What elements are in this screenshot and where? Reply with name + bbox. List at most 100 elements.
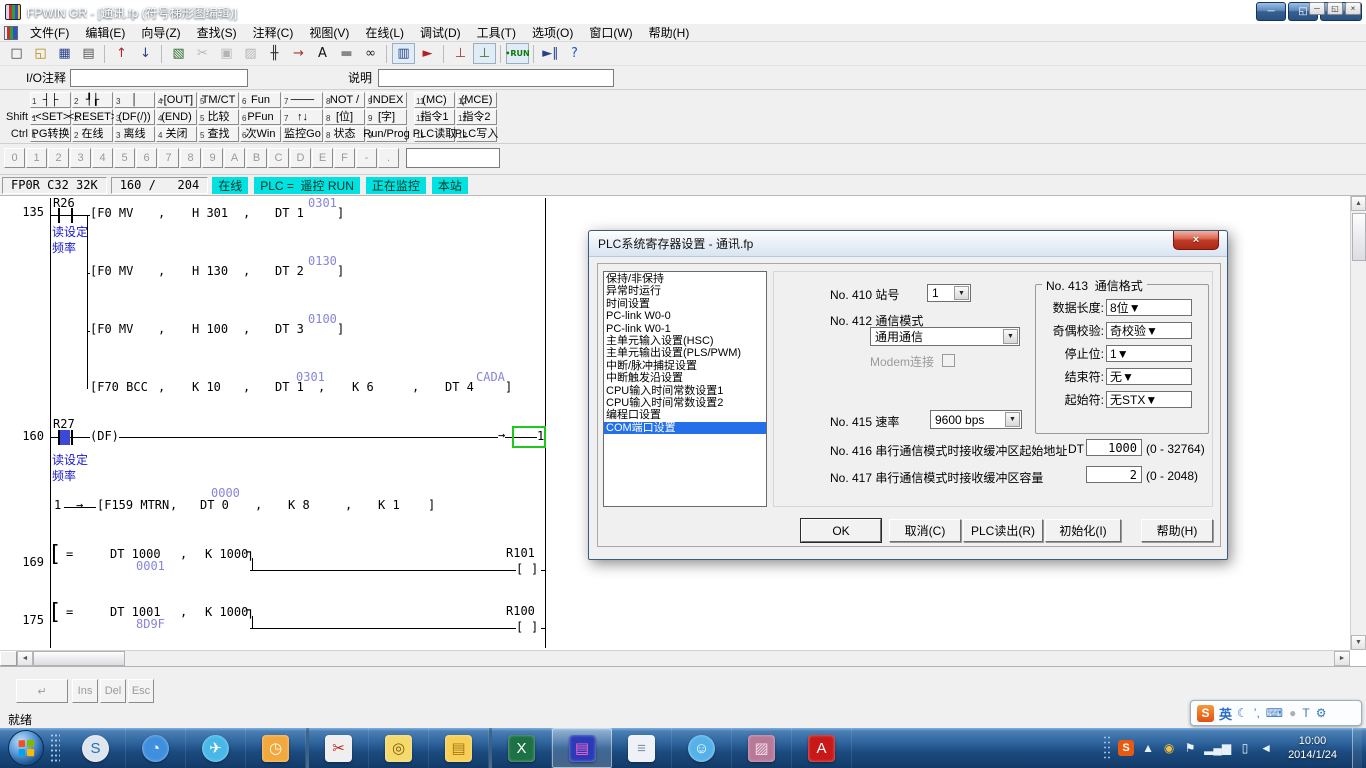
station-number-combo[interactable]: 1 ▼: [927, 284, 971, 302]
register-category-item[interactable]: 保持/非保持: [604, 273, 766, 285]
vscroll-thumb[interactable]: [1352, 213, 1366, 261]
numpad-key[interactable]: 3: [70, 148, 91, 168]
numpad-key[interactable]: 5: [114, 148, 135, 168]
chevron-down-icon[interactable]: ▼: [954, 286, 969, 300]
minimize-button[interactable]: ─: [1256, 2, 1286, 21]
menu-item[interactable]: 选项(O): [524, 24, 581, 42]
start-button[interactable]: [8, 730, 44, 766]
tray-volume-icon[interactable]: ◄: [1259, 740, 1273, 756]
mdi-restore-button[interactable]: ◱: [1327, 2, 1343, 15]
numpad-key[interactable]: 6: [136, 148, 157, 168]
register-category-item[interactable]: CPU输入时间常数设置1: [604, 385, 766, 397]
menu-item[interactable]: 工具(T): [469, 24, 524, 42]
fkey-button[interactable]: 8状态: [324, 126, 365, 142]
numpad-key[interactable]: 2: [48, 148, 69, 168]
ime-toolbar[interactable]: S 英 ☾’,⌨●T⚙: [1190, 700, 1362, 726]
fkey-button[interactable]: 11PLC读取: [414, 126, 455, 142]
plc-system-register-dialog[interactable]: PLC系统寄存器设置 - 通讯.fp × 保持/非保持异常时运行时间设置PC-l…: [588, 230, 1228, 560]
fkey-button[interactable]: 4(END): [156, 109, 197, 125]
taskbar-fpwin-gr[interactable]: ▤: [552, 728, 612, 768]
taskbar-adobe-reader[interactable]: A: [792, 728, 852, 768]
cancel-button[interactable]: 取消(C): [889, 519, 961, 542]
taskbar-excel[interactable]: X: [492, 728, 552, 768]
moon-icon[interactable]: ☾: [1237, 706, 1248, 720]
show-desktop-button[interactable]: [1352, 728, 1362, 768]
chevron-down-icon[interactable]: ▼: [1129, 301, 1141, 315]
save-icon[interactable]: ▦: [53, 43, 76, 64]
tray-sogou-icon[interactable]: S: [1118, 740, 1134, 756]
numpad-key[interactable]: E: [312, 148, 333, 168]
register-category-list[interactable]: 保持/非保持异常时运行时间设置PC-link W0-0PC-link W0-1主…: [603, 271, 767, 507]
mdi-close-button[interactable]: ×: [1345, 2, 1361, 15]
numpad-key[interactable]: D: [290, 148, 311, 168]
ins-key-button[interactable]: Ins: [72, 679, 98, 703]
run-mode-icon[interactable]: •RUN: [506, 43, 529, 64]
numpad-key[interactable]: B: [246, 148, 267, 168]
fkey-button[interactable]: 2在线: [72, 126, 113, 142]
comm-format-combo[interactable]: 1 ▼: [1106, 345, 1192, 362]
punct-icon[interactable]: ’,: [1254, 706, 1260, 720]
fkey-button[interactable]: 7监控Go: [282, 126, 323, 142]
fkey-button[interactable]: 7↑↓: [282, 109, 323, 125]
taskbar-file-manager[interactable]: ▤: [429, 728, 489, 768]
wrench-icon[interactable]: ⚙: [1316, 706, 1327, 720]
window-titlebar[interactable]: FPWIN GR - [通讯.fp (符号梯形图编辑)]: [0, 0, 1366, 24]
fkey-button[interactable]: 5查找: [198, 126, 239, 142]
fkey-button[interactable]: 8NOT /: [324, 92, 365, 108]
fkey-button[interactable]: 9Run/Prog: [366, 126, 407, 142]
numpad-key[interactable]: 4: [92, 148, 113, 168]
new-file-icon[interactable]: □: [5, 43, 28, 64]
user-icon[interactable]: ●: [1289, 706, 1296, 720]
tray-action-center-icon[interactable]: ⚑: [1183, 740, 1197, 756]
comment-block-icon[interactable]: ▬: [335, 43, 358, 64]
find-icon[interactable]: ∞: [359, 43, 382, 64]
fkey-button[interactable]: 1┤├: [30, 92, 71, 108]
numpad-key[interactable]: 0: [4, 148, 25, 168]
register-category-item[interactable]: 中断/脉冲捕捉设置: [604, 360, 766, 372]
taskbar-outlook[interactable]: ◷: [246, 728, 306, 768]
fkey-button[interactable]: 5比较: [198, 109, 239, 125]
menu-item[interactable]: 视图(V): [301, 24, 357, 42]
plc-readout-button[interactable]: PLC读出(R): [963, 519, 1043, 542]
cut-icon[interactable]: ✂: [191, 43, 214, 64]
upload-from-plc-icon[interactable]: ↑: [110, 43, 133, 64]
taskbar-sogou-browser[interactable]: S: [66, 728, 126, 768]
chevron-down-icon[interactable]: ▼: [1145, 393, 1157, 407]
monitor-go-icon[interactable]: ►: [416, 43, 439, 64]
fkey-button[interactable]: 11(MC): [414, 92, 455, 108]
register-category-item[interactable]: PC-link W0-0: [604, 310, 766, 322]
fkey-button[interactable]: 9[字]: [366, 109, 407, 125]
text-entry-icon[interactable]: A: [311, 43, 334, 64]
register-category-item[interactable]: CPU输入时间常数设置2: [604, 397, 766, 409]
online-plug-icon[interactable]: ⊥: [449, 43, 472, 64]
taskbar-photo-viewer[interactable]: ▨: [732, 728, 792, 768]
comm-format-combo[interactable]: 奇校验 ▼: [1106, 322, 1192, 339]
dialog-titlebar[interactable]: PLC系统寄存器设置 - 通讯.fp: [589, 231, 1227, 257]
tray-expand-icon[interactable]: ▲: [1141, 740, 1155, 756]
menu-item[interactable]: 调试(D): [412, 24, 469, 42]
help-button[interactable]: 帮助(H): [1141, 519, 1213, 542]
register-category-item[interactable]: 主单元输入设置(HSC): [604, 335, 766, 347]
numpad-key[interactable]: A: [224, 148, 245, 168]
ladder-monitor-icon[interactable]: ▥: [392, 43, 415, 64]
scroll-down-button[interactable]: ▼: [1351, 635, 1366, 650]
fkey-button[interactable]: 11指令1: [414, 109, 455, 125]
wire-jump-icon[interactable]: →: [287, 43, 310, 64]
tray-device-icon[interactable]: ▯: [1238, 740, 1252, 756]
register-category-item[interactable]: 中断触发沿设置: [604, 372, 766, 384]
monitor-pause-icon[interactable]: ►∥: [539, 43, 562, 64]
numpad-key[interactable]: 7: [158, 148, 179, 168]
description-input[interactable]: [378, 69, 614, 87]
chevron-down-icon[interactable]: ▼: [1005, 412, 1020, 427]
fkey-button[interactable]: 12指令2: [456, 109, 497, 125]
menu-item[interactable]: 窗口(W): [581, 24, 640, 42]
fkey-button[interactable]: 3(DF(/)): [114, 109, 155, 125]
taskbar-notepad[interactable]: ≡: [612, 728, 672, 768]
fkey-button[interactable]: 4关闭: [156, 126, 197, 142]
tray-qq-icon[interactable]: ◉: [1162, 740, 1176, 756]
copy-icon[interactable]: ▣: [215, 43, 238, 64]
help-icon[interactable]: ?: [563, 43, 586, 64]
menu-item[interactable]: 文件(F): [22, 24, 77, 42]
clock[interactable]: 10:00 2014/1/24: [1280, 734, 1345, 762]
entry-input[interactable]: [406, 148, 500, 168]
